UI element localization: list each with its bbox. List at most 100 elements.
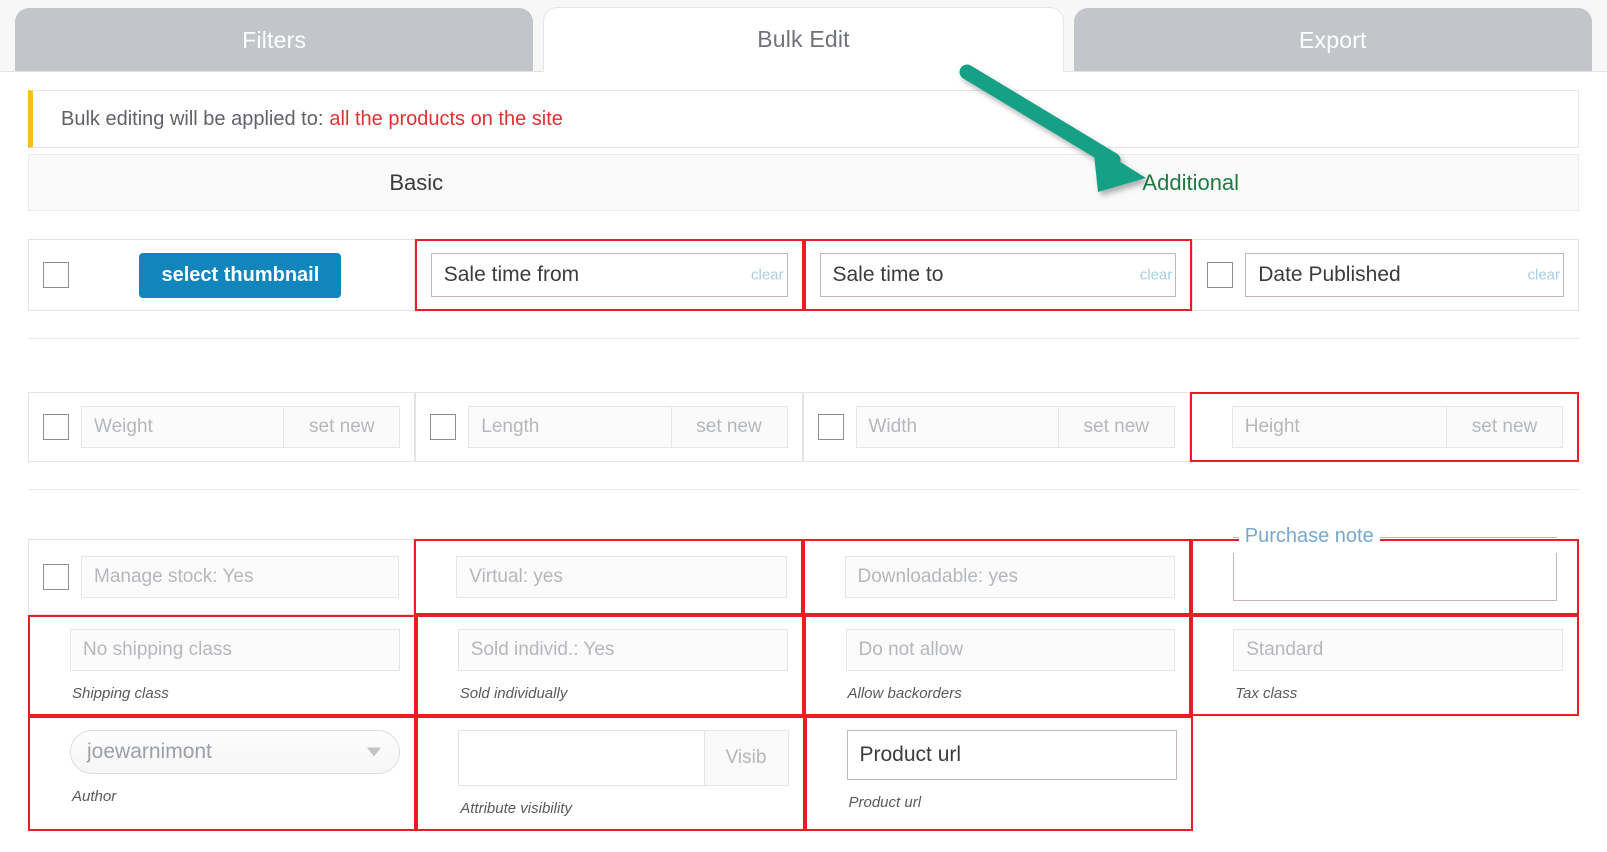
height-set-new-addon[interactable]: set new [1447, 406, 1563, 448]
subtab-basic[interactable]: Basic [29, 170, 804, 196]
sub-tab-bar: Basic Additional [28, 154, 1579, 211]
tab-export[interactable]: Export [1073, 8, 1592, 72]
cell-thumbnail: select thumbnail [28, 239, 415, 311]
author-caption: Author [72, 788, 117, 805]
section-dimensions: set new set new set new set new [28, 392, 1579, 462]
width-input[interactable] [855, 406, 1059, 448]
sale-time-to-input[interactable] [819, 253, 1177, 297]
cell-downloadable [802, 539, 1191, 615]
notice-prefix: Bulk editing will be applied to: [61, 107, 324, 130]
form-row-5: joewarnimont Author Visib Attribute visi… [28, 716, 1579, 831]
downloadable-input[interactable] [844, 556, 1175, 598]
purchase-note-legend: Purchase note [1238, 525, 1380, 548]
shipping-class-field [44, 629, 400, 671]
allow-backorders-caption: Allow backorders [847, 685, 962, 702]
bulk-edit-page: Filters Bulk Edit Export Bulk editing wi… [0, 0, 1607, 852]
cell-author: joewarnimont Author [28, 716, 417, 831]
cell-allow-backorders: Allow backorders [803, 615, 1192, 716]
sold-individually-field [432, 629, 788, 671]
section-classes: Shipping class Sold individually Allow b… [28, 615, 1579, 716]
cell-shipping-class: Shipping class [28, 615, 416, 716]
shipping-class-input[interactable] [70, 629, 400, 671]
section-stock: Purchase note [28, 525, 1579, 615]
subtab-additional[interactable]: Additional [804, 170, 1579, 196]
bulk-edit-notice: Bulk editing will be applied to: all the… [28, 90, 1579, 148]
checkbox-icon-thumbnail[interactable] [43, 262, 69, 288]
attribute-visibility-input[interactable] [458, 730, 705, 786]
notice-wrapper: Bulk editing will be applied to: all the… [0, 72, 1607, 148]
divider-2 [28, 489, 1579, 490]
cell-sale-time-to: clear [803, 239, 1193, 311]
checkbox-icon-length[interactable] [430, 414, 457, 440]
product-url-input[interactable] [846, 730, 1177, 780]
cell-length: set new [415, 392, 803, 462]
author-select[interactable]: joewarnimont [70, 730, 401, 774]
tab-export-label: Export [1298, 26, 1367, 53]
tax-class-caption: Tax class [1235, 685, 1298, 702]
checkbox-icon-manage-stock[interactable] [43, 564, 69, 590]
sale-time-to-clear-link[interactable]: clear [1140, 267, 1173, 284]
subtab-basic-label: Basic [389, 169, 444, 195]
attribute-visibility-field: Visib [432, 730, 789, 786]
attribute-visibility-caption: Attribute visibility [460, 800, 572, 817]
cell-product-url: Product url [804, 716, 1193, 831]
cell-height: set new [1189, 392, 1579, 462]
select-thumbnail-button[interactable]: select thumbnail [139, 252, 342, 298]
form-row-3: Purchase note [28, 525, 1579, 615]
width-set-new-addon[interactable]: set new [1058, 406, 1175, 448]
length-input[interactable] [468, 406, 672, 448]
length-set-new-addon[interactable]: set new [671, 406, 788, 448]
section-media-dates: select thumbnail clear clear clear [28, 239, 1579, 311]
tab-filters[interactable]: Filters [15, 8, 534, 72]
sale-time-from-input[interactable] [430, 253, 788, 297]
weight-input[interactable] [81, 406, 285, 448]
date-published-input[interactable] [1245, 253, 1564, 297]
checkbox-icon-width[interactable] [817, 414, 844, 440]
tax-class-field [1207, 629, 1563, 671]
checkbox-icon-weight[interactable] [43, 414, 69, 440]
checkbox-icon-date-published[interactable] [1207, 262, 1234, 288]
form-row-1: select thumbnail clear clear clear [28, 239, 1579, 311]
virtual-input[interactable] [456, 556, 787, 598]
main-tab-bar: Filters Bulk Edit Export [0, 0, 1607, 72]
cell-tax-class: Tax class [1191, 615, 1579, 716]
purchase-note-input[interactable] [1232, 553, 1557, 601]
tab-bulk-edit-label: Bulk Edit [757, 26, 850, 52]
cell-manage-stock [28, 539, 415, 615]
manage-stock-input[interactable] [81, 556, 400, 598]
cell-date-published: clear [1192, 239, 1579, 311]
cell-virtual [414, 539, 803, 615]
height-input[interactable] [1231, 406, 1447, 448]
divider-1 [28, 338, 1579, 339]
cell-weight: set new [28, 392, 416, 462]
cell-sold-individually: Sold individually [415, 615, 804, 716]
form-row-4: Shipping class Sold individually Allow b… [28, 615, 1579, 716]
product-url-field [821, 730, 1177, 780]
cell-sale-time-from: clear [414, 239, 804, 311]
shipping-class-caption: Shipping class [72, 685, 169, 702]
sale-time-from-clear-link[interactable]: clear [751, 267, 784, 284]
cell-purchase-note: Purchase note [1190, 525, 1579, 615]
weight-set-new-addon[interactable]: set new [284, 406, 401, 448]
cell-attribute-visibility: Visib Attribute visibility [416, 716, 805, 831]
allow-backorders-field [820, 629, 1176, 671]
purchase-note-fieldset: Purchase note [1232, 525, 1557, 601]
tab-filters-label: Filters [242, 26, 307, 53]
tab-bulk-edit[interactable]: Bulk Edit [543, 7, 1064, 72]
tax-class-input[interactable] [1233, 629, 1563, 671]
sold-individually-caption: Sold individually [459, 685, 568, 702]
section-author-url: joewarnimont Author Visib Attribute visi… [28, 716, 1579, 831]
attribute-visibility-addon[interactable]: Visib [704, 730, 789, 786]
sold-individually-input[interactable] [457, 629, 788, 671]
cell-empty-row5 [1192, 716, 1579, 831]
allow-backorders-input[interactable] [845, 629, 1176, 671]
author-select-value: joewarnimont [87, 740, 212, 763]
product-url-caption: Product url [848, 794, 922, 811]
notice-target: all the products on the site [329, 107, 563, 130]
form-row-2: set new set new set new set new [28, 392, 1579, 462]
author-field: joewarnimont [44, 730, 401, 774]
cell-width: set new [802, 392, 1190, 462]
date-published-clear-link[interactable]: clear [1527, 267, 1560, 284]
